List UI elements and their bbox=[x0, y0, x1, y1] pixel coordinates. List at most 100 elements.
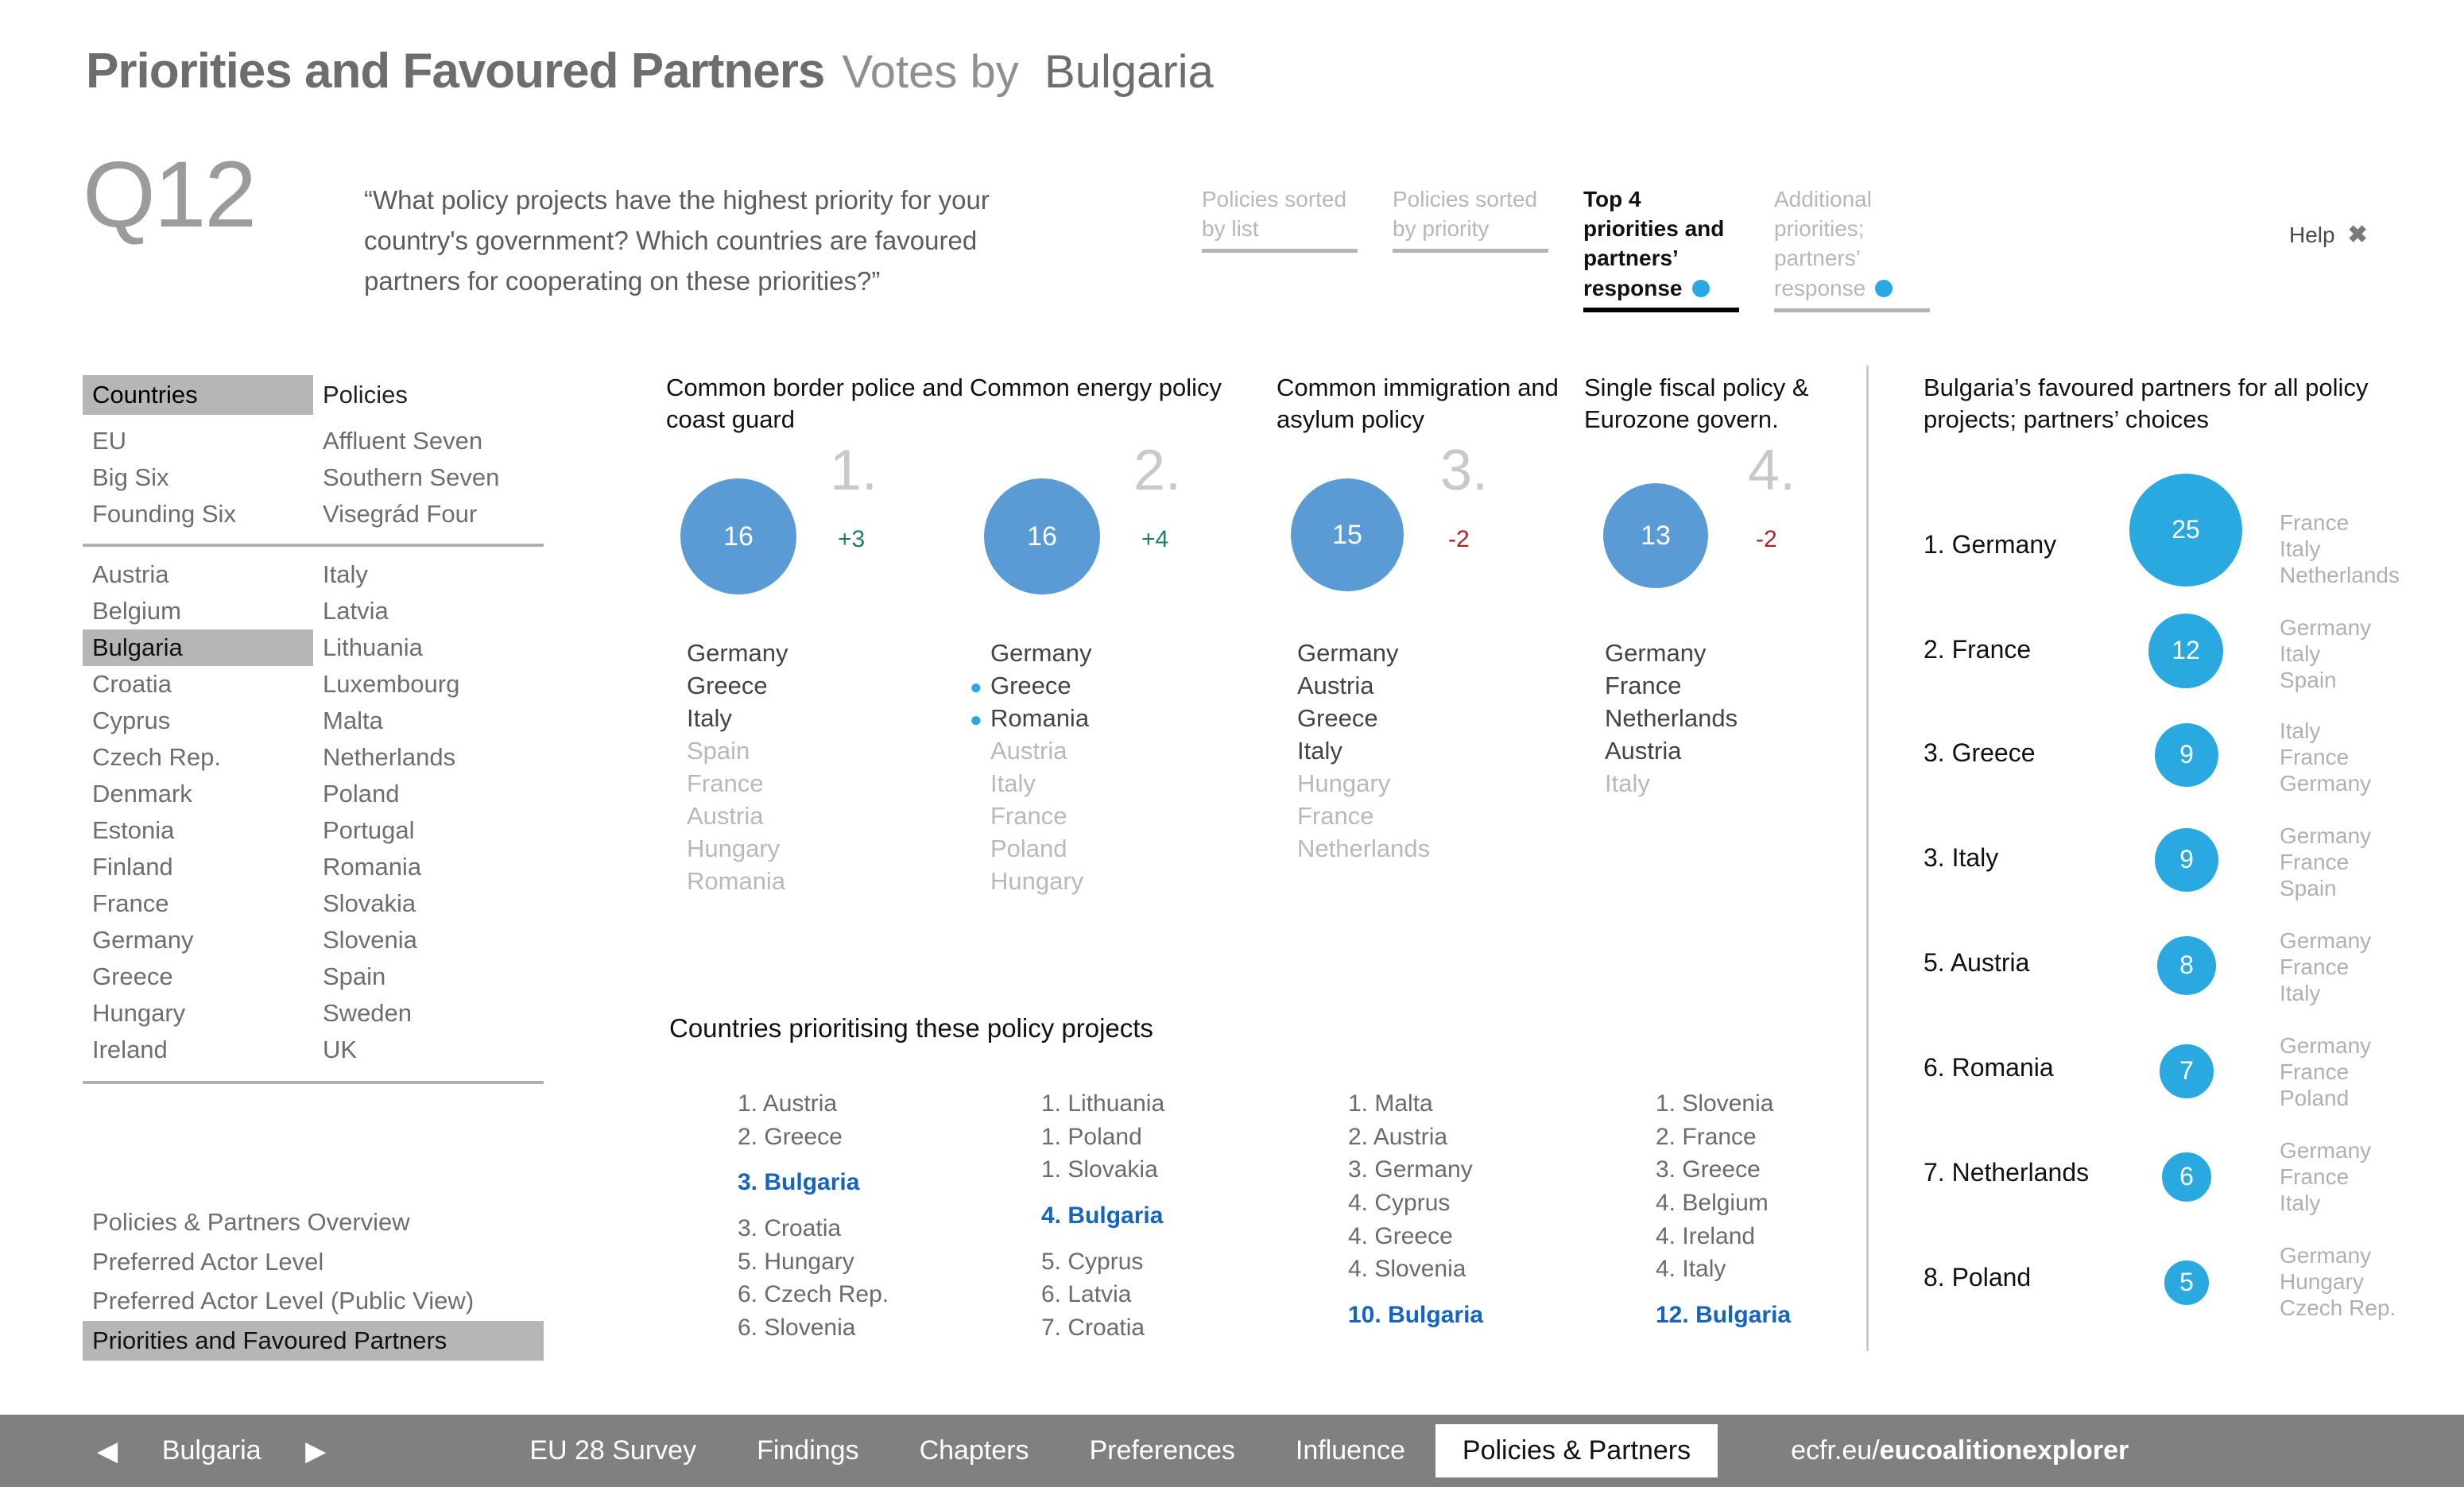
sidebar-item-romania[interactable]: Romania bbox=[313, 849, 544, 885]
sidebar-item-finland[interactable]: Finland bbox=[83, 849, 313, 885]
tab-additional-priorities[interactable]: Additional priorities; partners’ respons… bbox=[1774, 184, 1930, 312]
footer-current-country[interactable]: Bulgaria bbox=[148, 1435, 275, 1466]
sidebar-divider bbox=[83, 543, 544, 547]
partner-value-circle[interactable]: 9 bbox=[2152, 825, 2221, 894]
sidebar-group-item[interactable]: Visegrád Four bbox=[313, 496, 544, 532]
partner-value-circle[interactable]: 9 bbox=[2152, 720, 2221, 789]
sidebar-group-item[interactable]: EU bbox=[83, 423, 313, 459]
footer-item-influence[interactable]: Influence bbox=[1265, 1427, 1435, 1474]
footer-url[interactable]: ecfr.eu/eucoalitionexplorer bbox=[1791, 1435, 2129, 1466]
sidebar-item-ireland[interactable]: Ireland bbox=[83, 1032, 313, 1068]
partner-name: Hungary bbox=[990, 867, 1084, 896]
partner-name: Austria bbox=[1605, 737, 1682, 765]
sidebar-nav-policies-partners-overview[interactable]: Policies & Partners Overview bbox=[83, 1202, 544, 1242]
partner-value-circle[interactable]: 12 bbox=[2146, 610, 2226, 691]
sidebar-nav-priorities-favoured-partners[interactable]: Priorities and Favoured Partners bbox=[83, 1321, 544, 1361]
sidebar-item-spain[interactable]: Spain bbox=[313, 958, 544, 995]
sidebar-item-slovenia[interactable]: Slovenia bbox=[313, 922, 544, 958]
sidebar-item-latvia[interactable]: Latvia bbox=[313, 593, 544, 629]
rank-number: 3. bbox=[1656, 1156, 1676, 1183]
sidebar-item-netherlands[interactable]: Netherlands bbox=[313, 739, 544, 776]
policy-value-circle[interactable]: 16 bbox=[680, 478, 796, 594]
rank-number: 8. bbox=[1924, 1262, 1945, 1291]
sidebar-tab-policies[interactable]: Policies bbox=[313, 375, 544, 415]
sidebar-item-estonia[interactable]: Estonia bbox=[83, 812, 313, 849]
footer-item-preferences[interactable]: Preferences bbox=[1060, 1427, 1265, 1474]
sidebar-item-france[interactable]: France bbox=[83, 885, 313, 922]
footer-item-eu28-survey[interactable]: EU 28 Survey bbox=[499, 1427, 726, 1474]
close-icon[interactable]: ✖ bbox=[2348, 221, 2368, 249]
rank-number: 3. bbox=[738, 1215, 758, 1242]
footer-item-findings[interactable]: Findings bbox=[726, 1427, 889, 1474]
policy-value-circle[interactable]: 13 bbox=[1603, 483, 1708, 588]
rank-number: 5. bbox=[1924, 947, 1945, 977]
sidebar-group-item[interactable]: Affluent Seven bbox=[313, 423, 544, 459]
partner-name: France bbox=[687, 769, 764, 798]
policy-column-2: Common energy policy 2. +4 16 Germany ● G… bbox=[970, 372, 1268, 898]
rank-number: 4. bbox=[1656, 1190, 1676, 1217]
sidebar: Countries Policies EU Big Six Founding S… bbox=[83, 375, 544, 1094]
help-control[interactable]: Help ✖ bbox=[2289, 221, 2368, 249]
next-country-icon[interactable]: ▶ bbox=[305, 1435, 326, 1467]
tab-label: Additional priorities; partners’ respons… bbox=[1774, 187, 1872, 300]
partner-label: 3. Greece bbox=[1924, 738, 2036, 768]
partner-name: Romania bbox=[990, 704, 1090, 733]
partner-value-circle[interactable]: 7 bbox=[2157, 1041, 2216, 1101]
policy-value-circle[interactable]: 15 bbox=[1291, 478, 1404, 591]
sidebar-group-item[interactable]: Southern Seven bbox=[313, 459, 544, 496]
policy-value-circle[interactable]: 16 bbox=[984, 478, 1100, 594]
country-name: Netherlands bbox=[1951, 1157, 2090, 1187]
sidebar-group-item[interactable]: Big Six bbox=[83, 459, 313, 496]
sidebar-item-germany[interactable]: Germany bbox=[83, 922, 313, 958]
sidebar-item-luxembourg[interactable]: Luxembourg bbox=[313, 666, 544, 703]
sidebar-item-cyprus[interactable]: Cyprus bbox=[83, 703, 313, 739]
list-item: ● Greece bbox=[970, 670, 1268, 703]
sidebar-item-czech-rep[interactable]: Czech Rep. bbox=[83, 739, 313, 776]
sidebar-item-sweden[interactable]: Sweden bbox=[313, 995, 544, 1032]
subtitle-prefix: Votes by bbox=[842, 46, 1019, 98]
sidebar-group-item[interactable]: Founding Six bbox=[83, 496, 313, 532]
list-item: 2. Austria bbox=[1348, 1121, 1634, 1154]
sidebar-item-bulgaria[interactable]: Bulgaria bbox=[83, 629, 313, 666]
sidebar-nav-preferred-actor-level-public[interactable]: Preferred Actor Level (Public View) bbox=[83, 1281, 544, 1321]
previous-country-icon[interactable]: ◀ bbox=[97, 1435, 118, 1467]
sidebar-tab-countries[interactable]: Countries bbox=[83, 375, 313, 415]
sidebar-item-portugal[interactable]: Portugal bbox=[313, 812, 544, 849]
sidebar-item-malta[interactable]: Malta bbox=[313, 703, 544, 739]
policy-delta: +4 bbox=[1141, 526, 1169, 552]
policy-title: Common border police and coast guard bbox=[666, 374, 963, 433]
tab-top4-priorities[interactable]: Top 4 priorities and partners’ response bbox=[1583, 184, 1739, 312]
rank-number: 10. bbox=[1348, 1302, 1381, 1329]
sidebar-item-uk[interactable]: UK bbox=[313, 1032, 544, 1068]
partner-value-circle[interactable]: 5 bbox=[2162, 1257, 2211, 1307]
sidebar-nav-preferred-actor-level[interactable]: Preferred Actor Level bbox=[83, 1242, 544, 1282]
sidebar-item-hungary[interactable]: Hungary bbox=[83, 995, 313, 1032]
question-text: “What policy projects have the highest p… bbox=[364, 185, 990, 296]
tab-policies-sorted-by-list[interactable]: Policies sorted by list bbox=[1202, 184, 1358, 254]
partner-choices: Germany France Italy bbox=[2280, 927, 2371, 1006]
partner-label: 8. Poland bbox=[1924, 1263, 2031, 1292]
country-name: Austria bbox=[1373, 1123, 1448, 1150]
sidebar-item-denmark[interactable]: Denmark bbox=[83, 776, 313, 812]
partner-value-circle[interactable]: 25 bbox=[2127, 470, 2245, 589]
partner-choices: Germany France Italy bbox=[2280, 1137, 2371, 1216]
sidebar-item-austria[interactable]: Austria bbox=[83, 556, 313, 593]
ranking-column-2: 1. Lithuania 1. Poland 1. Slovakia 4. Bu… bbox=[1041, 1087, 1327, 1345]
sidebar-item-greece[interactable]: Greece bbox=[83, 958, 313, 995]
country-name: Hungary bbox=[764, 1248, 854, 1275]
sidebar-item-slovakia[interactable]: Slovakia bbox=[313, 885, 544, 922]
sidebar-item-poland[interactable]: Poland bbox=[313, 776, 544, 812]
sidebar-item-croatia[interactable]: Croatia bbox=[83, 666, 313, 703]
partner-value-circle[interactable]: 8 bbox=[2155, 933, 2218, 997]
footer-item-policies-partners[interactable]: Policies & Partners bbox=[1435, 1424, 1718, 1477]
list-item: Greece bbox=[666, 670, 964, 703]
tab-policies-sorted-by-priority[interactable]: Policies sorted by priority bbox=[1393, 184, 1548, 254]
rank-number: 3. bbox=[1924, 842, 1945, 872]
sidebar-item-belgium[interactable]: Belgium bbox=[83, 593, 313, 629]
sidebar-item-lithuania[interactable]: Lithuania bbox=[313, 629, 544, 666]
partner-value-circle[interactable]: 6 bbox=[2160, 1149, 2214, 1204]
footer-bar: ◀ Bulgaria ▶ EU 28 Survey Findings Chapt… bbox=[0, 1415, 2464, 1487]
footer-item-chapters[interactable]: Chapters bbox=[889, 1427, 1060, 1474]
sidebar-item-italy[interactable]: Italy bbox=[313, 556, 544, 593]
